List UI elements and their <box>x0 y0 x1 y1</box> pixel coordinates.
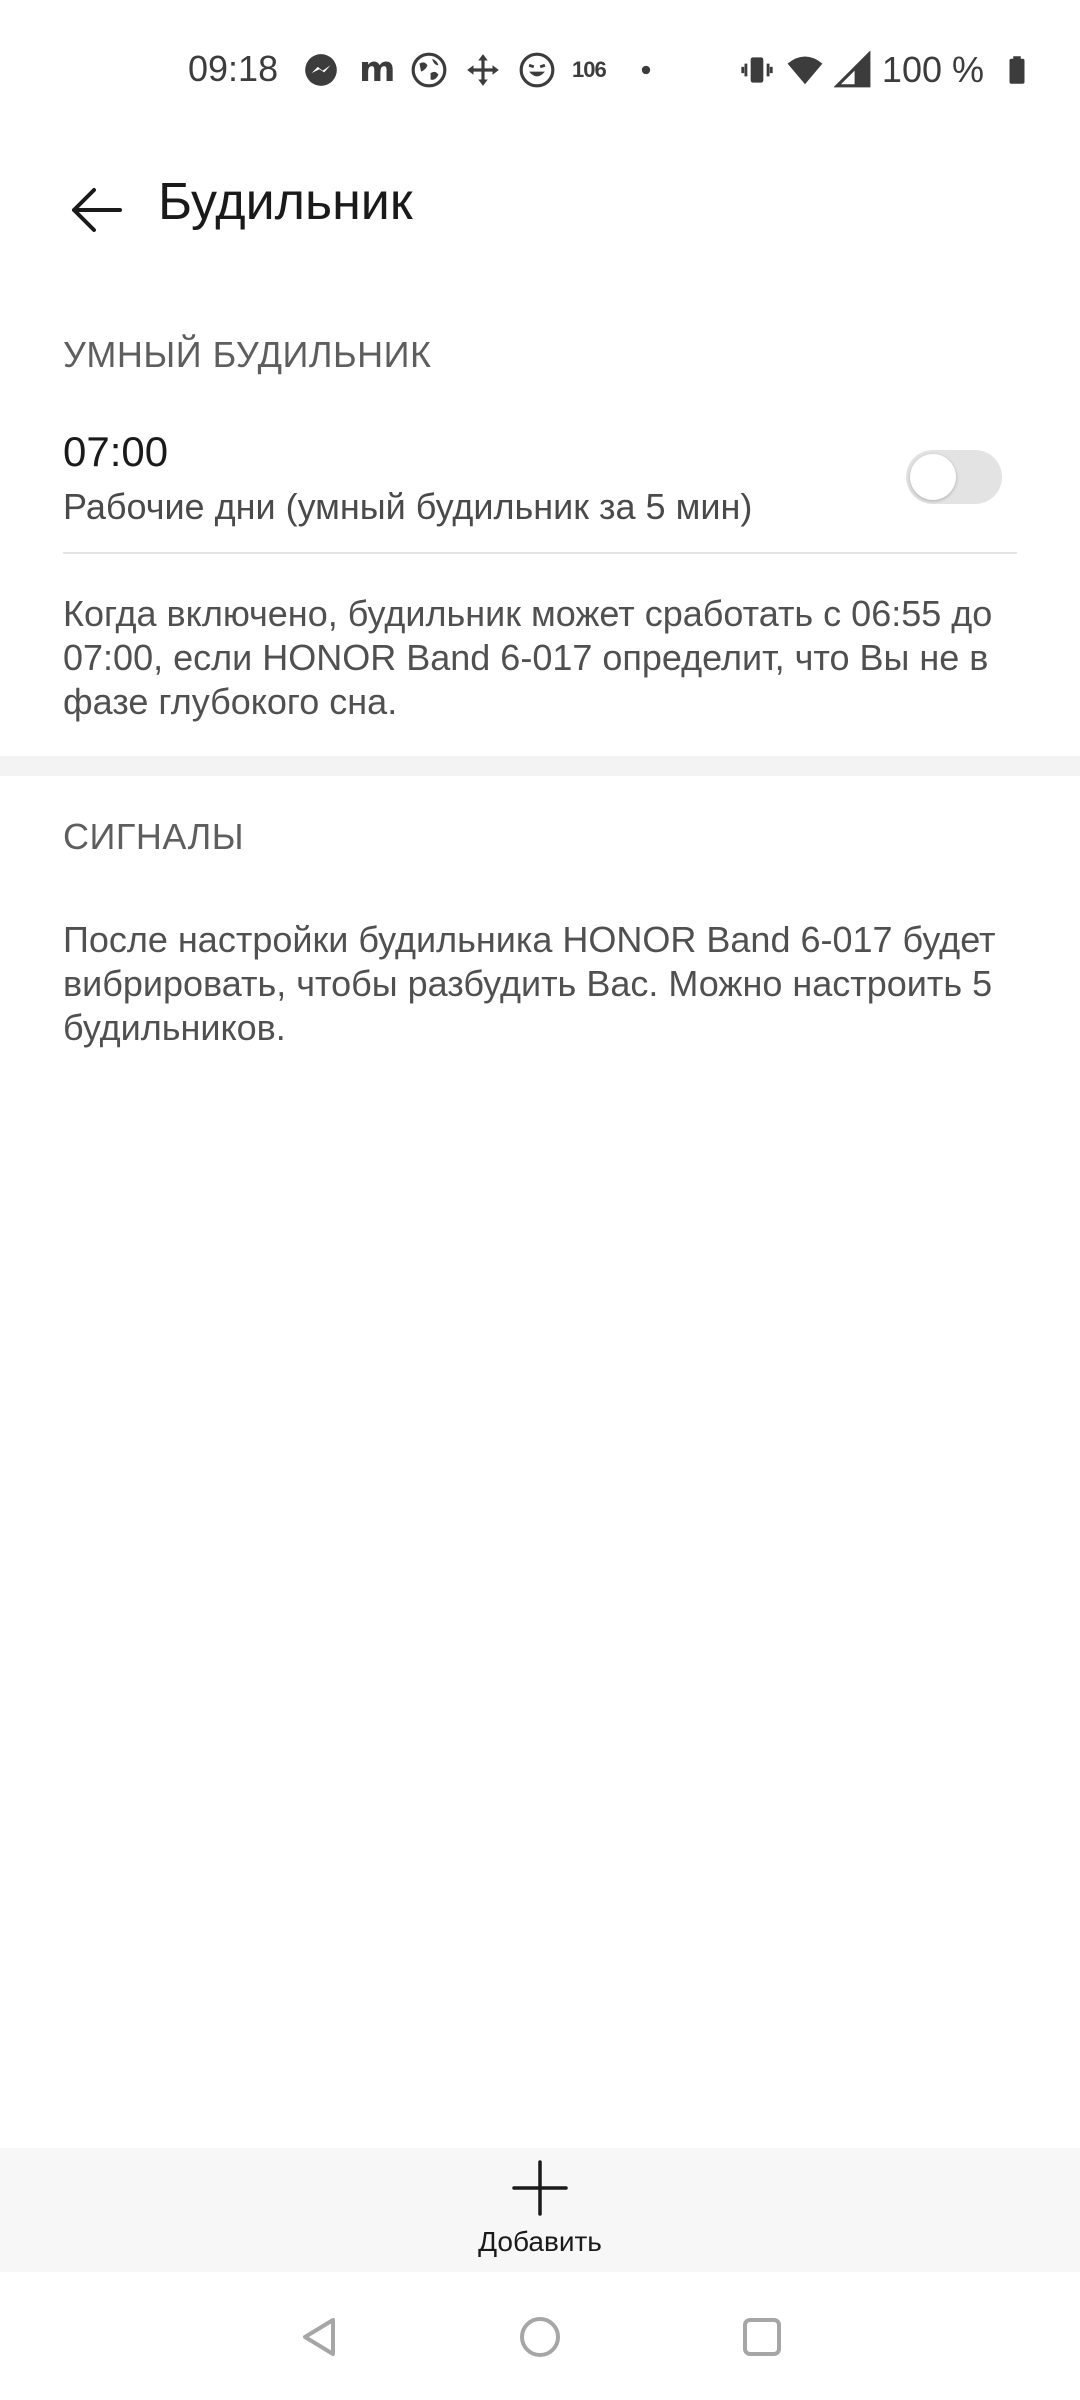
add-alarm-button[interactable]: Добавить <box>440 2158 640 2268</box>
vibrate-icon <box>741 57 773 83</box>
dot-icon <box>641 65 650 75</box>
status-time: 09:18 <box>188 48 279 89</box>
page-title: Будильник <box>158 173 413 231</box>
plus-icon <box>512 2160 568 2216</box>
wifi-icon <box>787 56 823 85</box>
cellular-signal-icon <box>833 51 871 88</box>
divider <box>63 552 1017 554</box>
signals-description: После настройки будильника HONOR Band 6-… <box>63 919 996 1048</box>
alarm-toggle[interactable] <box>906 450 1002 504</box>
add-label: Добавить <box>478 2226 602 2257</box>
home-circle-icon <box>520 2317 560 2357</box>
move-icon <box>467 54 499 86</box>
recents-square-icon <box>743 2318 781 2356</box>
m-app-icon: m <box>359 51 394 89</box>
system-icons: 100 % <box>738 48 1032 92</box>
toggle-knob <box>910 454 956 500</box>
nav-home-button[interactable] <box>505 2302 575 2372</box>
section-separator <box>0 756 1080 776</box>
back-button[interactable] <box>56 170 136 250</box>
notification-count: 106 <box>572 57 607 82</box>
bottom-action-bar: Добавить <box>0 2148 1080 2272</box>
battery-percentage: 100 % <box>881 49 984 90</box>
smart-alarm-description: Когда включено, будильник может сработат… <box>63 593 993 722</box>
navigation-bar <box>0 2272 1080 2400</box>
status-bar: 09:18 m 106 100 % <box>0 0 1080 140</box>
notification-icons: m 106 <box>302 48 656 92</box>
battery-icon <box>1009 56 1025 84</box>
arrow-left-icon <box>72 188 122 232</box>
back-triangle-icon <box>303 2318 335 2356</box>
messenger-icon <box>305 54 337 86</box>
alarm-repeat-subtitle: Рабочие дни (умный будильник за 5 мин) <box>63 486 753 527</box>
nav-back-button[interactable] <box>285 2302 355 2372</box>
alarm-item[interactable]: 07:00 Рабочие дни (умный будильник за 5 … <box>63 420 1017 552</box>
globe-icon <box>411 52 447 88</box>
laughing-face-icon <box>519 52 555 88</box>
alarm-time: 07:00 <box>63 428 169 475</box>
signals-header: СИГНАЛЫ <box>63 816 245 857</box>
smart-alarm-header: УМНЫЙ БУДИЛЬНИК <box>63 334 432 375</box>
svg-text:m: m <box>359 51 394 89</box>
nav-recents-button[interactable] <box>727 2302 797 2372</box>
app-bar: Будильник <box>0 150 1080 260</box>
